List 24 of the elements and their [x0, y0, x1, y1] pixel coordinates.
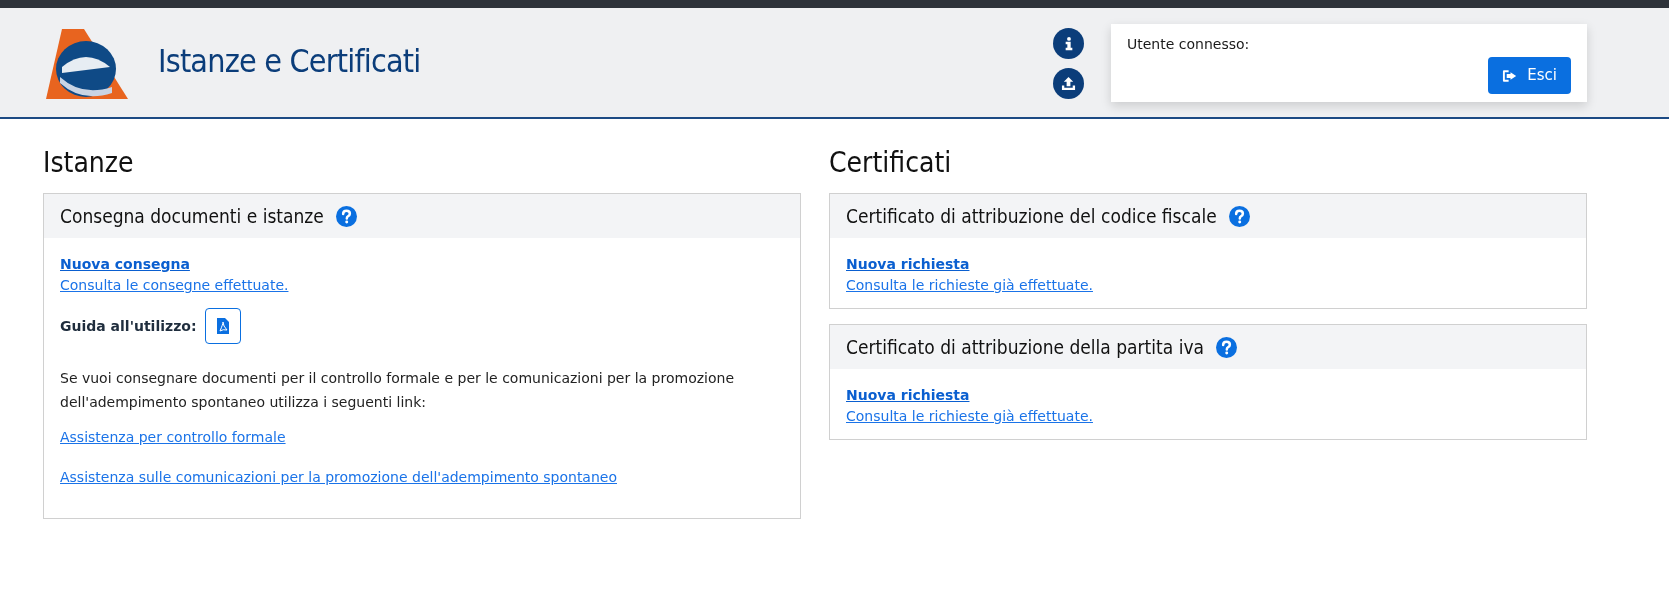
- link[interactable]: Consulta le richieste già effettuate.: [846, 405, 1093, 427]
- card-title: Certificato di attribuzione del codice fiscale: [846, 203, 1217, 229]
- link[interactable]: Assistenza per controllo formale: [60, 426, 286, 448]
- description-text: Se vuoi consegnare documenti per il controllo formale e per le comunicazioni per la promozione dell'adempimento spontaneo utilizza i seguenti link:: [60, 369, 735, 412]
- link[interactable]: Assistenza sulle comunicazioni per la promozione dell'adempimento spontaneo: [60, 466, 617, 488]
- link[interactable]: Nuova richiesta: [846, 385, 970, 405]
- help-icon[interactable]: [1228, 205, 1250, 227]
- page-title: Istanze e Certificati: [158, 41, 421, 82]
- card-title: Consegna documenti e istanze: [60, 203, 324, 229]
- help-icon[interactable]: [1216, 336, 1237, 358]
- section-heading: Istanze: [43, 145, 135, 181]
- link[interactable]: Nuova richiesta: [846, 254, 970, 274]
- help-icon[interactable]: [335, 205, 357, 227]
- link[interactable]: Consulta le consegne effettuate.: [60, 274, 289, 296]
- info-icon[interactable]: [1053, 28, 1084, 59]
- logout-button[interactable]: Esci: [1488, 57, 1571, 94]
- pdf-icon[interactable]: [204, 308, 241, 344]
- guide-label: Guida all'utilizzo:: [60, 316, 197, 336]
- link[interactable]: Consulta le richieste già effettuate.: [846, 274, 1093, 296]
- link[interactable]: Nuova consegna: [60, 254, 190, 274]
- card-title: Certificato di attribuzione della partita iva: [846, 334, 1204, 360]
- user-label: Utente connesso:: [1127, 35, 1250, 54]
- section-heading: Certificati: [829, 145, 953, 181]
- upload-icon[interactable]: [1053, 68, 1084, 99]
